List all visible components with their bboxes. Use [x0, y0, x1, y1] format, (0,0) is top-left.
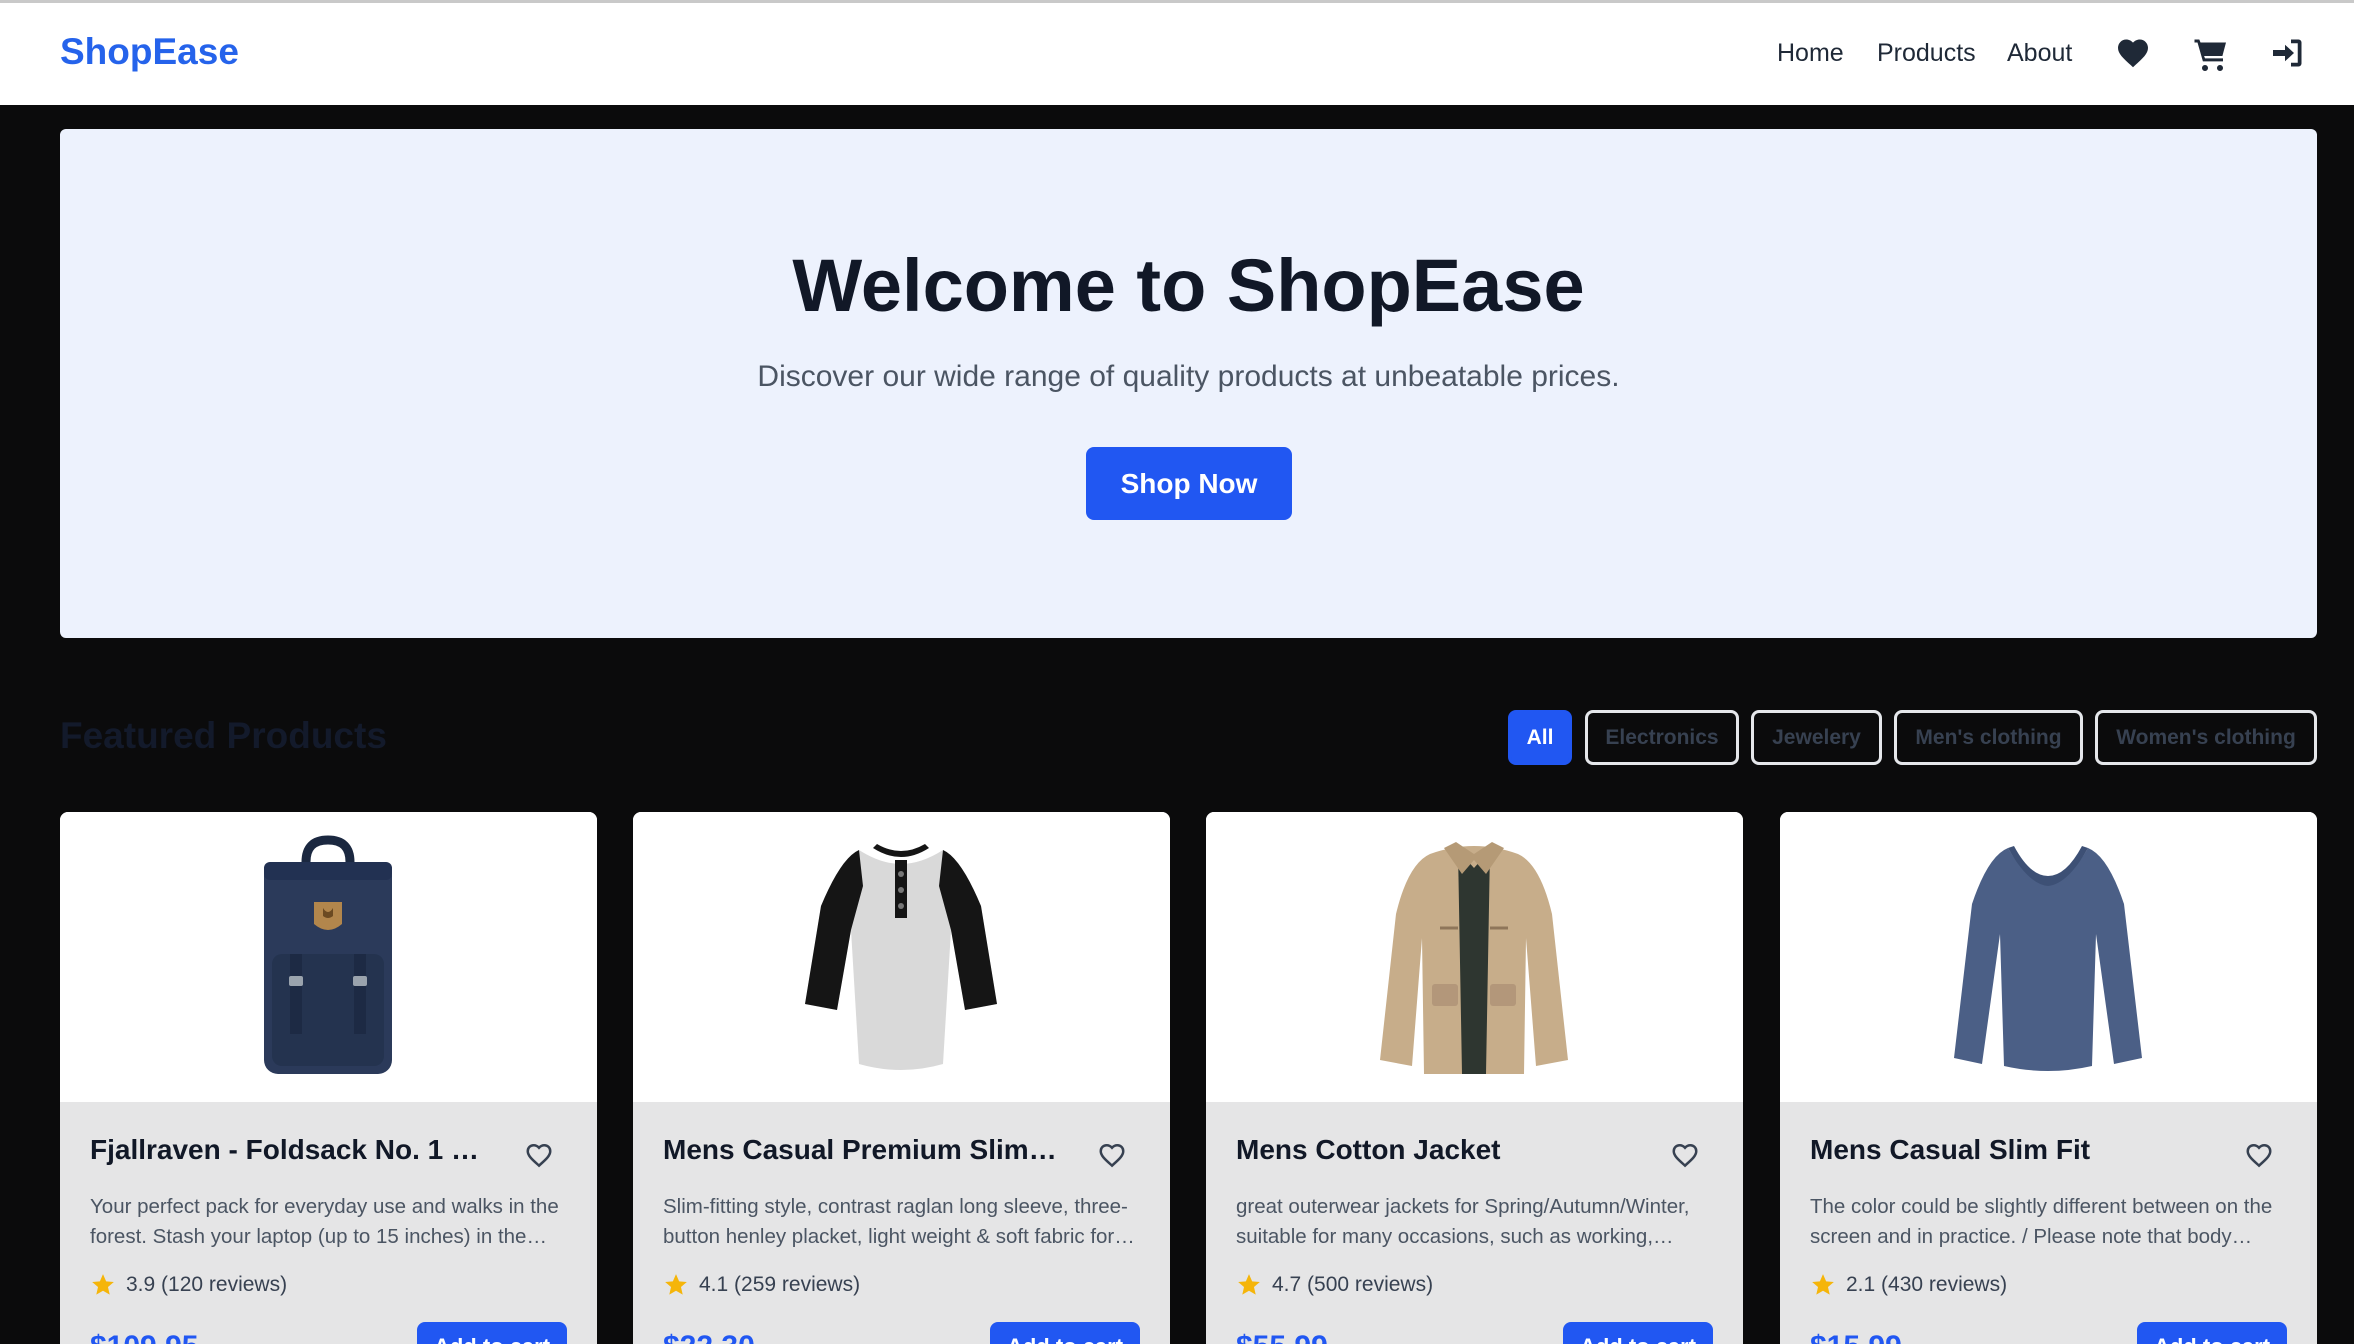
product-rating: 3.9 (120 reviews) — [90, 1272, 287, 1298]
star-icon — [663, 1272, 689, 1298]
featured-products-heading: Featured Products — [60, 715, 387, 756]
product-rating: 4.1 (259 reviews) — [663, 1272, 860, 1298]
filter-womens-clothing[interactable]: Women's clothing — [2095, 710, 2317, 765]
product-image-jacket[interactable] — [1206, 812, 1743, 1102]
filter-mens-clothing[interactable]: Men's clothing — [1894, 710, 2083, 765]
nav-link-about[interactable]: About — [2007, 39, 2072, 68]
backpack-image — [264, 835, 392, 1074]
nav-link-products[interactable]: Products — [1877, 39, 1976, 68]
heart-icon[interactable] — [2115, 35, 2151, 71]
heart-outline-icon[interactable] — [524, 1140, 554, 1170]
add-to-cart-button[interactable]: Add to cart — [2137, 1322, 2287, 1344]
heart-outline-icon[interactable] — [1097, 1140, 1127, 1170]
brand-logo[interactable]: ShopEase — [60, 31, 239, 73]
product-price: $22.30 — [663, 1330, 755, 1344]
product-description: Your perfect pack for everyday use and w… — [90, 1195, 559, 1248]
add-to-cart-button[interactable]: Add to cart — [1563, 1322, 1713, 1344]
longsleeve-shirt-image — [1954, 846, 2142, 1071]
product-price: $15.99 — [1810, 1330, 1902, 1344]
navbar: ShopEase Home Products About — [0, 3, 2354, 105]
product-price: $55.99 — [1236, 1330, 1328, 1344]
product-image-henley[interactable] — [633, 812, 1170, 1102]
add-to-cart-button[interactable]: Add to cart — [417, 1322, 567, 1344]
product-description: Slim-fitting style, contrast raglan long… — [663, 1195, 1128, 1248]
product-card[interactable]: Mens Casual Slim Fit The color could be … — [1780, 812, 2317, 1344]
hero-banner: Welcome to ShopEase Discover our wide ra… — [60, 129, 2317, 638]
product-title[interactable]: Fjallraven - Foldsack No. 1 Backpack, Fi… — [90, 1134, 490, 1166]
filter-all[interactable]: All — [1508, 710, 1572, 765]
product-description: The color could be slightly different be… — [1810, 1195, 2273, 1248]
rating-text: 4.1 (259 reviews) — [699, 1273, 861, 1296]
product-title[interactable]: Mens Casual Premium Slim Fit T-Shirts — [663, 1134, 1063, 1166]
product-image-backpack[interactable] — [60, 812, 597, 1102]
product-price: $109.95 — [90, 1330, 198, 1344]
add-to-cart-button[interactable]: Add to cart — [990, 1322, 1140, 1344]
rating-text: 4.7 (500 reviews) — [1272, 1273, 1434, 1296]
product-rating: 2.1 (430 reviews) — [1810, 1272, 2007, 1298]
product-card[interactable]: Mens Cotton Jacket great outerwear jacke… — [1206, 812, 1743, 1344]
heart-outline-icon[interactable] — [1670, 1140, 1700, 1170]
star-icon — [90, 1272, 116, 1298]
product-title[interactable]: Mens Cotton Jacket — [1236, 1134, 1636, 1166]
hero-title: Welcome to ShopEase — [792, 244, 1585, 327]
rating-text: 3.9 (120 reviews) — [126, 1273, 288, 1296]
jacket-image — [1380, 842, 1568, 1074]
heart-outline-icon[interactable] — [2244, 1140, 2274, 1170]
rating-text: 2.1 (430 reviews) — [1846, 1273, 2008, 1296]
product-card[interactable]: Mens Casual Premium Slim Fit T-Shirts Sl… — [633, 812, 1170, 1344]
star-icon — [1236, 1272, 1262, 1298]
product-card[interactable]: Fjallraven - Foldsack No. 1 Backpack, Fi… — [60, 812, 597, 1344]
product-title[interactable]: Mens Casual Slim Fit — [1810, 1134, 2210, 1166]
product-rating: 4.7 (500 reviews) — [1236, 1272, 1433, 1298]
shop-now-button[interactable]: Shop Now — [1086, 447, 1292, 520]
nav-link-home[interactable]: Home — [1777, 39, 1844, 68]
star-icon — [1810, 1272, 1836, 1298]
product-image-longsleeve[interactable] — [1780, 812, 2317, 1102]
filter-jewelery[interactable]: Jewelery — [1751, 710, 1882, 765]
filter-electronics[interactable]: Electronics — [1585, 710, 1739, 765]
login-icon[interactable] — [2270, 35, 2306, 71]
product-description: great outerwear jackets for Spring/Autum… — [1236, 1195, 1690, 1248]
henley-shirt-image — [805, 844, 997, 1070]
cart-icon[interactable] — [2193, 35, 2229, 71]
hero-subtitle: Discover our wide range of quality produ… — [757, 360, 1620, 393]
